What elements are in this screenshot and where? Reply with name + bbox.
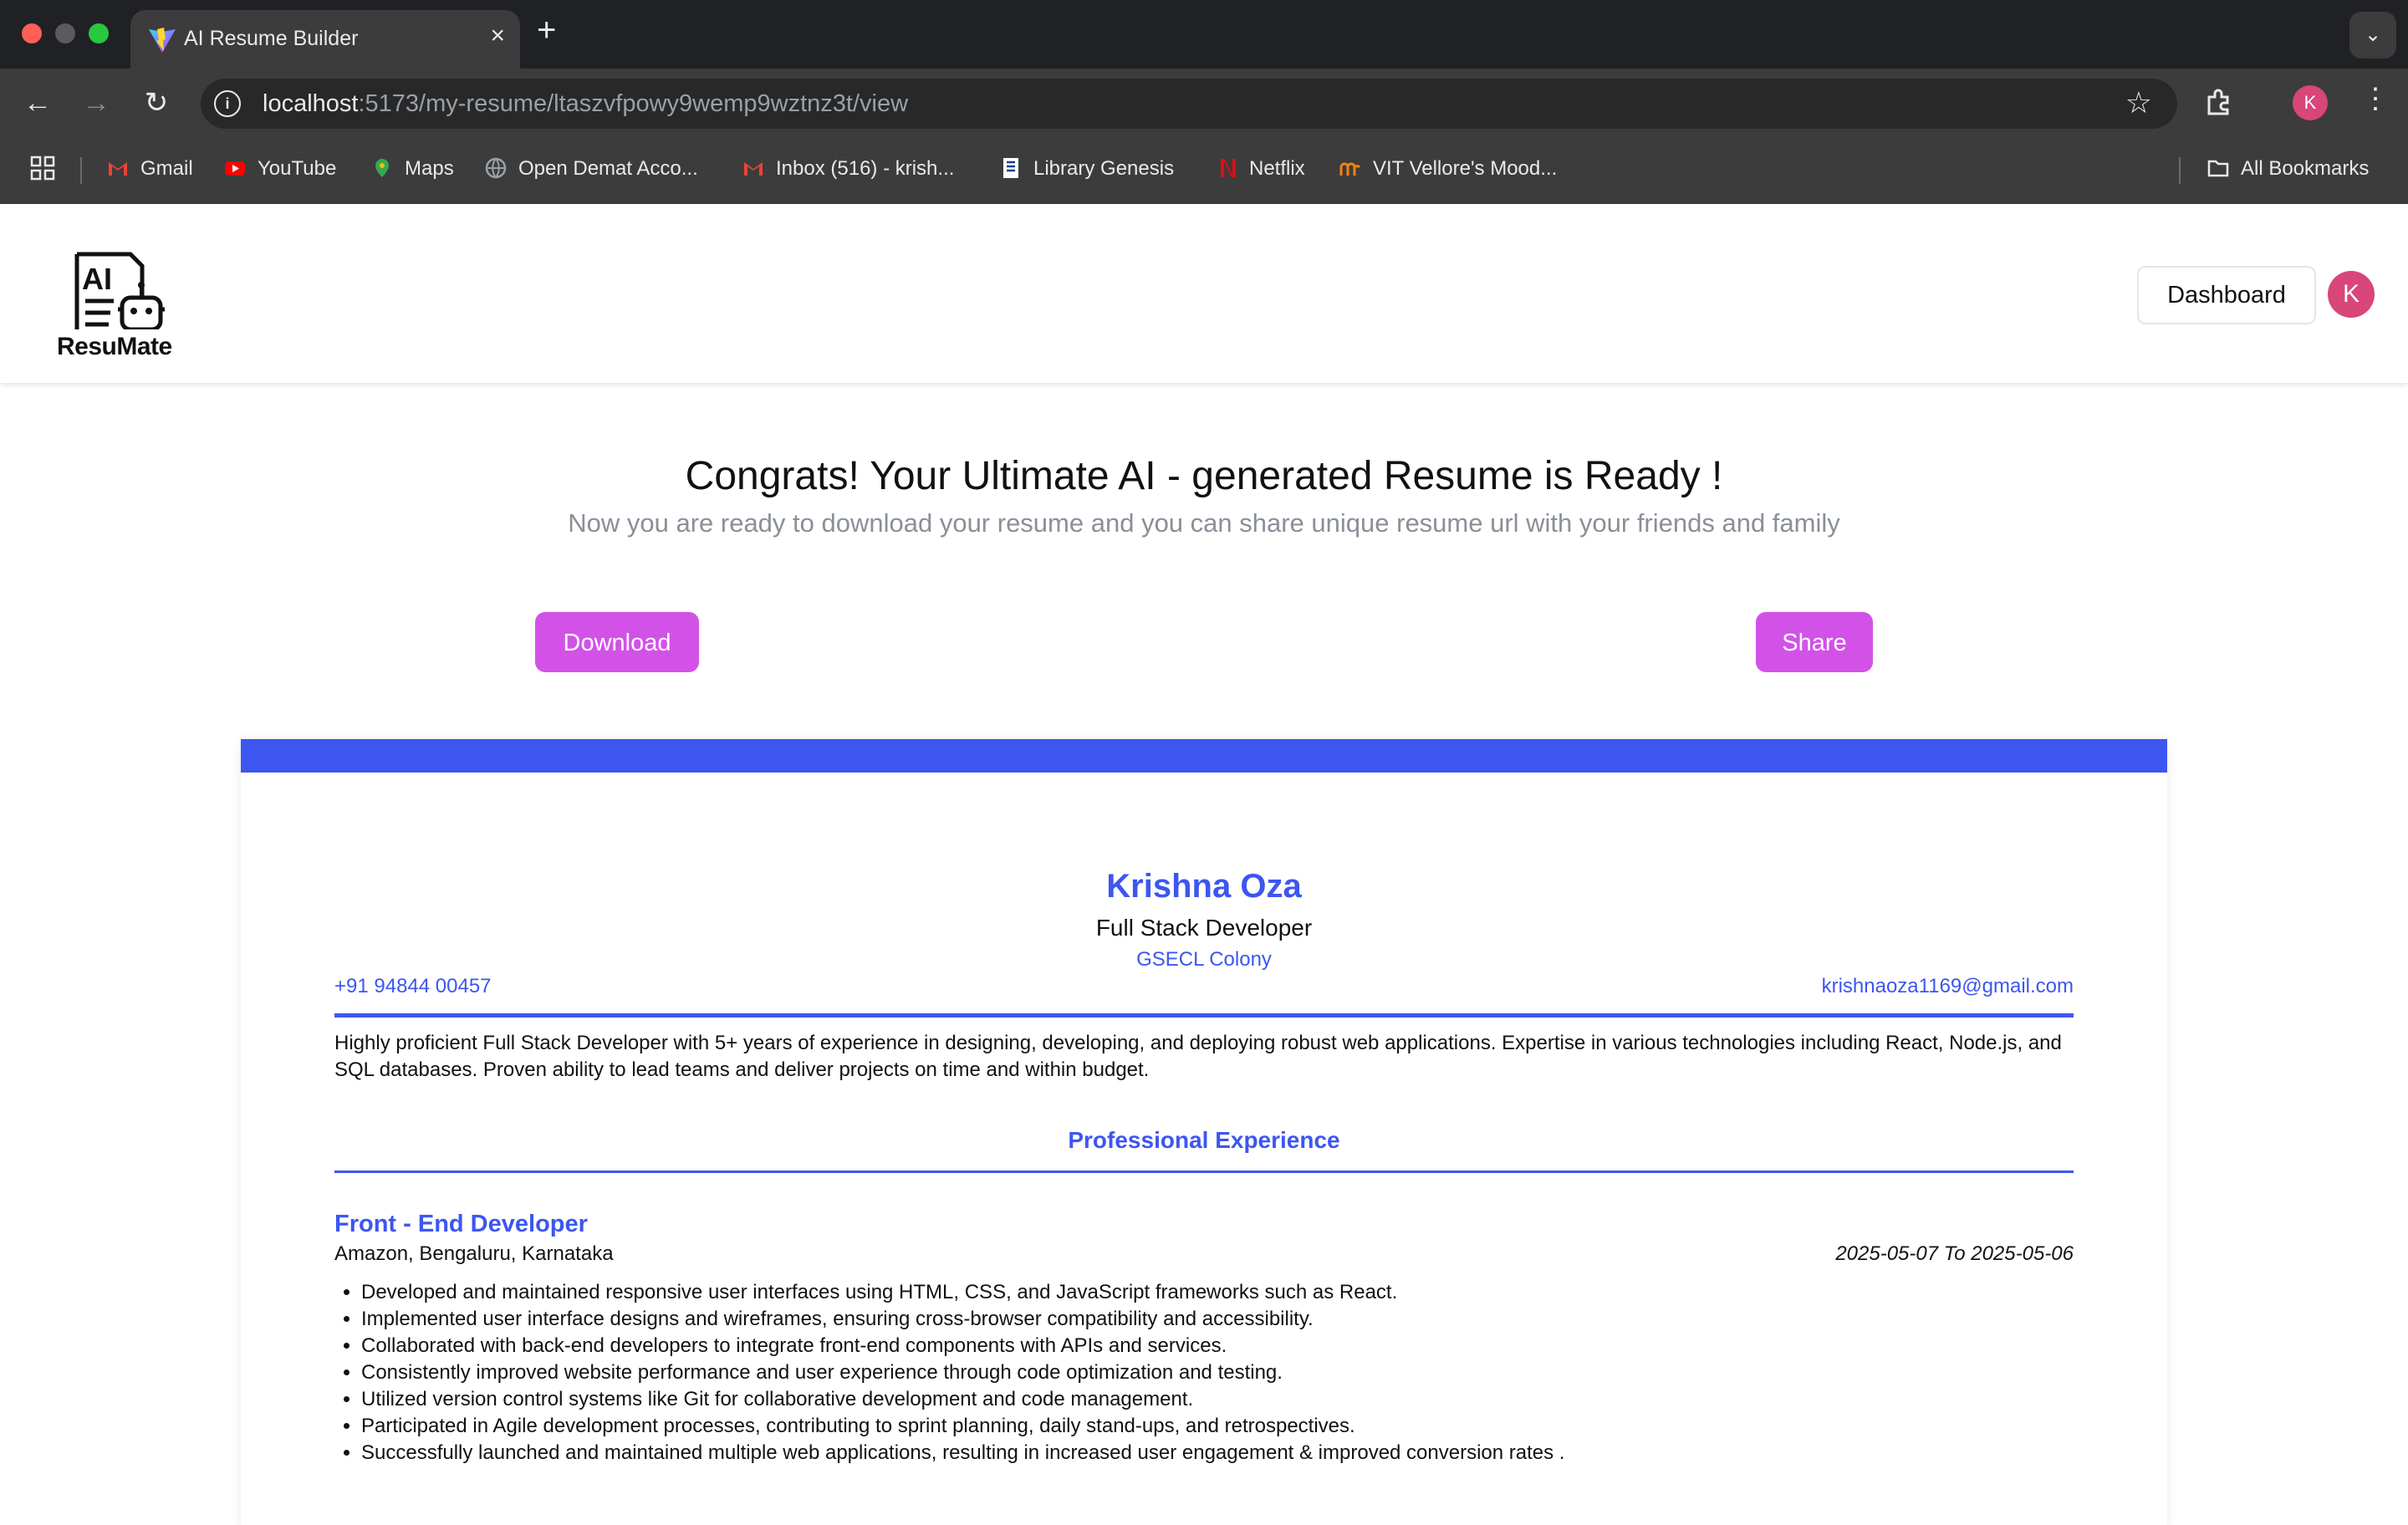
download-button[interactable]: Download	[535, 612, 699, 672]
url-path: :5173/my-resume/ltaszvfpowy9wemp9wztnz3t…	[358, 90, 909, 117]
vite-favicon-icon	[149, 28, 176, 53]
browser-menu-icon[interactable]: ⋮	[2361, 82, 2390, 115]
resume-address: GSECL Colony	[1136, 948, 1272, 971]
section-divider	[334, 1171, 2074, 1173]
tab-close-icon[interactable]: ×	[490, 22, 505, 50]
book-icon	[1003, 158, 1018, 178]
browser-tab-strip: AI Resume Builder × + ⌄	[0, 0, 2408, 69]
experience-title: Front - End Developer	[334, 1211, 588, 1237]
resumate-logo[interactable]: AI ResuMate	[38, 221, 201, 366]
experience-bullet: Implemented user interface designs and w…	[361, 1306, 2100, 1333]
bullet-text: Participated in Agile development proces…	[361, 1415, 1355, 1437]
maps-icon	[375, 159, 389, 177]
back-arrow-icon[interactable]: ←	[18, 84, 57, 122]
bookmark-label: YouTube	[258, 157, 337, 180]
resume-preview: Krishna Oza Full Stack Developer GSECL C…	[241, 739, 2167, 1525]
bookmark-label: Netflix	[1249, 157, 1305, 180]
logo-badge-text: AI	[82, 262, 112, 296]
bookmark-label: Gmail	[140, 157, 193, 180]
bookmark-open-demat[interactable]: Open Demat Acco...	[485, 157, 698, 181]
experience-bullet: Successfully launched and maintained mul…	[361, 1440, 2100, 1466]
browser-tab-active[interactable]: AI Resume Builder ×	[130, 10, 520, 69]
moodle-icon	[1339, 162, 1361, 176]
resume-summary: Highly proficient Full Stack Developer w…	[334, 1032, 2062, 1081]
browser-toolbar: ← → ↻ i localhost:5173/my-resume/ltaszvf…	[0, 69, 2408, 137]
bullet-text: Consistently improved website performanc…	[361, 1361, 1283, 1384]
site-info-icon[interactable]: i	[214, 90, 241, 117]
window-zoom-button[interactable]	[89, 23, 109, 43]
resume-accent-bar	[241, 739, 2167, 773]
netflix-icon	[1221, 159, 1236, 177]
all-bookmarks-label: All Bookmarks	[2241, 157, 2370, 180]
globe-icon	[485, 157, 507, 179]
browser-profile-avatar[interactable]: K	[2293, 85, 2328, 120]
url-host: localhost	[263, 90, 359, 117]
bullet-text: Successfully launched and maintained mul…	[361, 1441, 1565, 1464]
all-bookmarks-button[interactable]: All Bookmarks	[2207, 157, 2369, 181]
bookmarks-bar: Gmail YouTube Maps Open Demat Acco... In…	[0, 137, 2408, 204]
bookmark-vit-moodle[interactable]: VIT Vellore's Mood...	[1339, 157, 1557, 181]
reload-icon[interactable]: ↻	[137, 84, 176, 122]
extensions-puzzle-icon[interactable]	[2204, 87, 2234, 117]
section-heading-experience: Professional Experience	[1068, 1127, 1340, 1153]
resume-job-title: Full Stack Developer	[1095, 915, 1313, 941]
bookmark-maps[interactable]: Maps	[371, 157, 454, 181]
bookmark-library-genesis[interactable]: Library Genesis	[1000, 157, 1174, 181]
gmail-icon	[109, 162, 127, 176]
dashboard-button[interactable]: Dashboard	[2137, 266, 2316, 324]
bookmark-star-icon[interactable]: ☆	[2125, 85, 2152, 120]
experience-company: Amazon, Bengaluru, Karnataka	[334, 1242, 614, 1265]
experience-bullet: Consistently improved website performanc…	[361, 1359, 2100, 1386]
experience-bullet: Participated in Agile development proces…	[361, 1413, 2100, 1440]
bookmark-youtube[interactable]: YouTube	[224, 157, 336, 181]
resume-email: krishnaoza1169@gmail.com	[1821, 975, 2074, 997]
bullet-text: Implemented user interface designs and w…	[361, 1308, 1314, 1330]
bookmark-label: Inbox (516) - krish...	[776, 157, 955, 180]
bookmark-inbox[interactable]: Inbox (516) - krish...	[742, 157, 954, 181]
gmail-icon	[744, 162, 763, 176]
app-header: AI ResuMate Dashboard K	[0, 204, 2408, 383]
bookmark-netflix[interactable]: Netflix	[1216, 157, 1305, 181]
address-bar[interactable]: i localhost:5173/my-resume/ltaszvfpowy9w…	[201, 79, 2177, 129]
experience-bullet: Collaborated with back-end developers to…	[361, 1333, 2100, 1359]
bullet-text: Utilized version control systems like Gi…	[361, 1388, 1194, 1410]
forward-arrow-icon[interactable]: →	[77, 84, 115, 122]
experience-bullet: Utilized version control systems like Gi…	[361, 1386, 2100, 1413]
bookmark-label: Maps	[405, 157, 454, 180]
folder-icon	[2207, 160, 2229, 177]
window-minimize-button[interactable]	[55, 23, 75, 43]
page-subtitle: Now you are ready to download your resum…	[568, 508, 1840, 538]
new-tab-button[interactable]: +	[537, 12, 556, 49]
window-close-button[interactable]	[22, 23, 42, 43]
bookmark-label: Library Genesis	[1033, 157, 1175, 180]
bullet-text: Developed and maintained responsive user…	[361, 1281, 1398, 1303]
resume-divider	[334, 1013, 2074, 1018]
bookmarks-divider	[80, 157, 82, 184]
bookmarks-divider	[2179, 157, 2181, 184]
share-button[interactable]: Share	[1756, 612, 1873, 672]
tab-search-button[interactable]: ⌄	[2349, 12, 2396, 59]
ai-robot-document-icon: AI	[74, 252, 165, 332]
url-text[interactable]: localhost:5173/my-resume/ltaszvfpowy9wem…	[263, 90, 908, 118]
youtube-icon	[225, 161, 245, 176]
bookmark-label: Open Demat Acco...	[518, 157, 698, 180]
page-title: Congrats! Your Ultimate AI - generated R…	[685, 454, 1723, 498]
experience-bullet: Developed and maintained responsive user…	[361, 1279, 2100, 1306]
bullet-text: Collaborated with back-end developers to…	[361, 1334, 1227, 1357]
apps-grid-icon[interactable]	[30, 156, 55, 181]
resume-name: Krishna Oza	[1106, 868, 1302, 905]
bookmark-label: VIT Vellore's Mood...	[1373, 157, 1558, 180]
experience-bullets: Developed and maintained responsive user…	[334, 1279, 2100, 1466]
tab-title: AI Resume Builder	[184, 27, 359, 50]
logo-text: ResuMate	[57, 333, 172, 360]
experience-dates: 2025-05-07 To 2025-05-06	[1835, 1242, 2074, 1265]
user-avatar[interactable]: K	[2328, 271, 2375, 318]
bookmark-gmail[interactable]: Gmail	[107, 157, 193, 181]
resume-phone: +91 94844 00457	[334, 975, 492, 997]
